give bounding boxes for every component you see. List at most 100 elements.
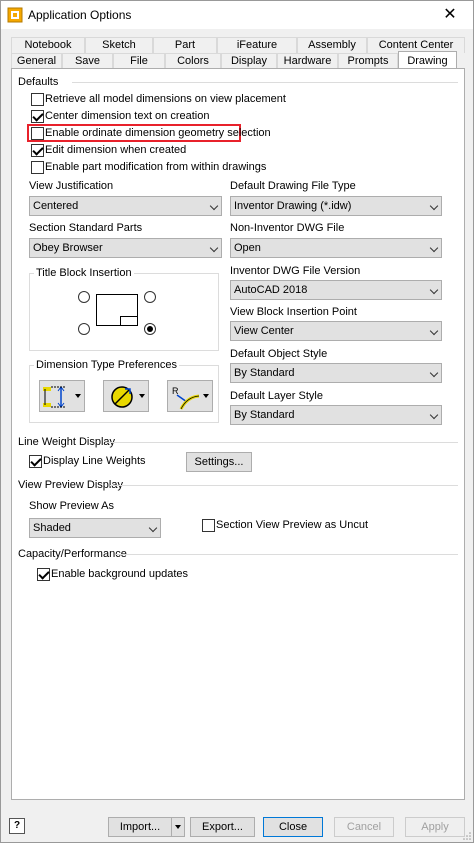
settings-button[interactable]: Settings... bbox=[186, 452, 252, 472]
dropdown-arrow-icon bbox=[175, 825, 181, 830]
radius-dimension-icon: R bbox=[172, 386, 200, 410]
view-block-insertion-point-select[interactable]: View Center bbox=[230, 321, 442, 341]
tab-ifeature[interactable]: iFeature bbox=[217, 37, 297, 53]
defaults-group-title: Defaults bbox=[18, 76, 59, 88]
inventor-dwg-file-version-value: AutoCAD 2018 bbox=[234, 284, 308, 296]
title-block-sheet-icon bbox=[96, 294, 138, 326]
tab-row-1: Notebook Sketch Part iFeature Assembly C… bbox=[11, 37, 465, 53]
view-preview-divider bbox=[110, 485, 458, 486]
tab-save[interactable]: Save bbox=[62, 53, 113, 69]
display-line-weights-checkbox[interactable] bbox=[29, 455, 42, 468]
import-dropdown-button[interactable] bbox=[171, 817, 185, 837]
default-drawing-file-type-label: Default Drawing File Type bbox=[230, 180, 356, 192]
view-justification-value: Centered bbox=[33, 200, 79, 212]
enable-part-modification-checkbox[interactable] bbox=[31, 161, 44, 174]
retrieve-dimensions-checkbox[interactable] bbox=[31, 93, 44, 106]
enable-background-updates-checkbox[interactable] bbox=[37, 568, 50, 581]
radius-dimension-type-button[interactable]: R bbox=[167, 380, 213, 412]
enable-ordinate-dimension-checkbox[interactable] bbox=[31, 127, 44, 140]
tab-drawing[interactable]: Drawing bbox=[398, 51, 457, 69]
line-weight-display-title: Line Weight Display bbox=[18, 436, 116, 448]
default-drawing-file-type-select[interactable]: Inventor Drawing (*.idw) bbox=[230, 196, 442, 216]
enable-ordinate-dimension-label: Enable ordinate dimension geometry selec… bbox=[45, 127, 271, 139]
center-dimension-text-label: Center dimension text on creation bbox=[45, 110, 210, 122]
inventor-dwg-file-version-select[interactable]: AutoCAD 2018 bbox=[230, 280, 442, 300]
tab-assembly[interactable]: Assembly bbox=[297, 37, 367, 53]
chevron-down-icon bbox=[429, 368, 439, 378]
cancel-button[interactable]: Cancel bbox=[334, 817, 394, 837]
view-preview-display-title: View Preview Display bbox=[18, 479, 123, 491]
tab-hardware[interactable]: Hardware bbox=[277, 53, 338, 69]
enable-part-modification-label: Enable part modification from within dra… bbox=[45, 161, 267, 173]
default-layer-style-select[interactable]: By Standard bbox=[230, 405, 442, 425]
default-drawing-file-type-value: Inventor Drawing (*.idw) bbox=[234, 200, 352, 212]
inventor-app-icon bbox=[7, 7, 23, 23]
import-button[interactable]: Import... bbox=[108, 817, 172, 837]
apply-button[interactable]: Apply bbox=[405, 817, 465, 837]
chevron-down-icon bbox=[429, 285, 439, 295]
title-block-bottom-right-radio[interactable] bbox=[144, 323, 156, 335]
show-preview-as-select[interactable]: Shaded bbox=[29, 518, 161, 538]
non-inventor-dwg-file-select[interactable]: Open bbox=[230, 238, 442, 258]
chevron-down-icon bbox=[429, 410, 439, 420]
export-button[interactable]: Export... bbox=[190, 817, 255, 837]
dimension-type-preferences-label: Dimension Type Preferences bbox=[34, 359, 180, 371]
non-inventor-dwg-file-value: Open bbox=[234, 242, 261, 254]
window-title: Application Options bbox=[28, 8, 132, 22]
retrieve-dimensions-label: Retrieve all model dimensions on view pl… bbox=[45, 93, 286, 105]
dropdown-arrow-icon bbox=[75, 394, 81, 398]
dropdown-arrow-icon bbox=[203, 394, 209, 398]
window-close-icon[interactable]: ✕ bbox=[427, 1, 473, 29]
drawing-tab-panel: Defaults Retrieve all model dimensions o… bbox=[11, 68, 465, 800]
resize-grip-icon[interactable] bbox=[462, 831, 472, 841]
help-icon[interactable]: ? bbox=[9, 818, 25, 834]
tab-general[interactable]: General bbox=[11, 53, 62, 69]
chevron-down-icon bbox=[429, 201, 439, 211]
diameter-dimension-type-button[interactable] bbox=[103, 380, 149, 412]
view-block-insertion-point-label: View Block Insertion Point bbox=[230, 306, 357, 318]
section-view-preview-uncut-checkbox[interactable] bbox=[202, 519, 215, 532]
capacity-performance-title: Capacity/Performance bbox=[18, 548, 127, 560]
tab-row-2: General Save File Colors Display Hardwar… bbox=[11, 51, 457, 69]
tab-file[interactable]: File bbox=[113, 53, 165, 69]
edit-dimension-checkbox[interactable] bbox=[31, 144, 44, 157]
inventor-dwg-file-version-label: Inventor DWG File Version bbox=[230, 265, 361, 277]
default-object-style-select[interactable]: By Standard bbox=[230, 363, 442, 383]
linear-dimension-type-button[interactable] bbox=[39, 380, 85, 412]
tab-display[interactable]: Display bbox=[221, 53, 277, 69]
line-weight-divider bbox=[106, 442, 458, 443]
title-block-top-right-radio[interactable] bbox=[144, 291, 156, 303]
view-justification-select[interactable]: Centered bbox=[29, 196, 222, 216]
capacity-performance-divider bbox=[116, 554, 458, 555]
show-preview-as-label: Show Preview As bbox=[29, 500, 114, 512]
view-justification-label: View Justification bbox=[29, 180, 114, 192]
default-object-style-value: By Standard bbox=[234, 367, 295, 379]
linear-dimension-icon bbox=[43, 386, 65, 408]
tab-colors[interactable]: Colors bbox=[165, 53, 221, 69]
default-layer-style-label: Default Layer Style bbox=[230, 390, 323, 402]
tab-notebook[interactable]: Notebook bbox=[11, 37, 85, 53]
chevron-down-icon bbox=[148, 523, 158, 533]
view-block-insertion-point-value: View Center bbox=[234, 325, 294, 337]
tab-part[interactable]: Part bbox=[153, 37, 217, 53]
edit-dimension-label: Edit dimension when created bbox=[45, 144, 187, 156]
chevron-down-icon bbox=[209, 201, 219, 211]
svg-text:R: R bbox=[172, 386, 179, 396]
tab-sketch[interactable]: Sketch bbox=[85, 37, 153, 53]
defaults-group-divider bbox=[72, 82, 458, 83]
title-block-top-left-radio[interactable] bbox=[78, 291, 90, 303]
non-inventor-dwg-file-label: Non-Inventor DWG File bbox=[230, 222, 345, 234]
title-block-bottom-left-radio[interactable] bbox=[78, 323, 90, 335]
chevron-down-icon bbox=[209, 243, 219, 253]
default-object-style-label: Default Object Style bbox=[230, 348, 328, 360]
tab-prompts[interactable]: Prompts bbox=[338, 53, 398, 69]
show-preview-as-value: Shaded bbox=[33, 522, 71, 534]
center-dimension-text-checkbox[interactable] bbox=[31, 110, 44, 123]
title-bar: Application Options ✕ bbox=[1, 1, 473, 29]
chevron-down-icon bbox=[429, 243, 439, 253]
diameter-dimension-icon bbox=[111, 386, 133, 408]
close-button[interactable]: Close bbox=[263, 817, 323, 837]
display-line-weights-label: Display Line Weights bbox=[43, 455, 146, 467]
section-view-preview-uncut-label: Section View Preview as Uncut bbox=[216, 519, 369, 531]
section-standard-parts-select[interactable]: Obey Browser bbox=[29, 238, 222, 258]
